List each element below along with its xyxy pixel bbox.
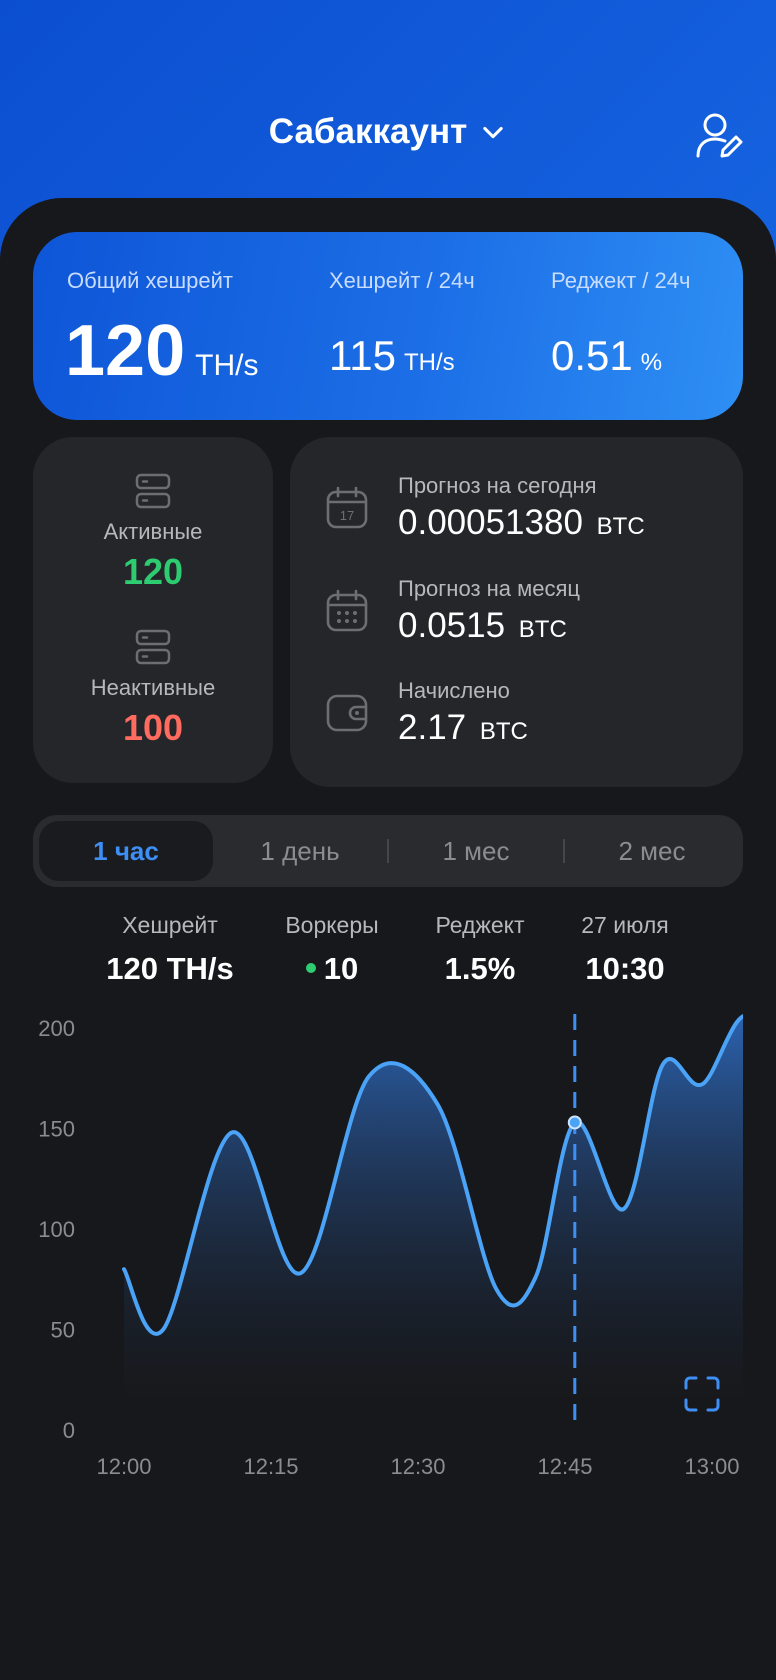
- stat-workers-value: 10: [323, 951, 359, 986]
- calendar-month-icon: [326, 589, 368, 632]
- stat-reject-value: 1.5%: [444, 951, 516, 986]
- active-workers: Активные 120: [33, 471, 273, 593]
- stat-workers-value-wrap: 10: [262, 951, 402, 987]
- total-hashrate-label: Общий хешрейт: [67, 268, 233, 293]
- forecast-today-unit: BTC: [596, 513, 645, 540]
- tab-1-month[interactable]: 1 мес: [389, 821, 563, 881]
- reject-24h-unit: %: [640, 349, 663, 376]
- hashrate-24h-value: 115 TH/s: [329, 332, 455, 380]
- forecast-month-number: 0.0515: [398, 606, 506, 645]
- forecast-month: Прогноз на месяц 0.0515 BTC: [324, 576, 724, 656]
- svg-text:17: 17: [340, 508, 354, 523]
- fullscreen-icon[interactable]: [683, 1375, 721, 1413]
- stat-hashrate: Хешрейт 120 TH/s: [90, 912, 250, 987]
- stat-time: 10:30: [585, 951, 665, 986]
- stat-reject: Реджект 1.5%: [415, 912, 545, 987]
- active-workers-label: Активные: [103, 519, 203, 544]
- stat-hashrate-value: 120 TH/s: [106, 951, 234, 986]
- tab-2-months[interactable]: 2 мес: [565, 821, 739, 881]
- account-switcher[interactable]: Сабаккаунт: [0, 112, 776, 152]
- forecast-month-value: 0.0515 BTC: [398, 606, 567, 646]
- edit-profile-icon[interactable]: [694, 110, 744, 162]
- forecast-card: 17 Прогноз на сегодня 0.00051380 BTC Про…: [290, 437, 743, 787]
- inactive-workers-label: Неактивные: [90, 675, 216, 700]
- tab-1-day[interactable]: 1 день: [213, 821, 387, 881]
- forecast-today-value: 0.00051380 BTC: [398, 503, 645, 543]
- reject-24h-number: 0.51: [551, 332, 633, 379]
- server-icon: [135, 629, 171, 665]
- stat-workers: Воркеры 10: [262, 912, 402, 987]
- accrued: Начислено 2.17 BTC: [324, 678, 724, 758]
- hashrate-summary-card: Общий хешрейт 120 TH/s Хешрейт / 24ч 115 T…: [33, 232, 743, 420]
- inactive-workers: Неактивные 100: [33, 627, 273, 749]
- workers-card[interactable]: Активные 120 Неактивные 100: [33, 437, 273, 783]
- active-workers-count: 120: [122, 551, 184, 592]
- accrued-label: Начислено: [398, 678, 510, 703]
- accrued-value: 2.17 BTC: [398, 708, 528, 748]
- total-hashrate-number: 120: [65, 311, 186, 391]
- stat-reject-label: Реджект: [435, 912, 525, 938]
- total-hashrate-value: 120 TH/s: [65, 310, 258, 392]
- forecast-month-unit: BTC: [518, 616, 567, 643]
- stat-date: 27 июля: [581, 912, 669, 938]
- hashrate-24h-label: Хешрейт / 24ч: [329, 268, 475, 293]
- server-icon: [135, 473, 171, 509]
- account-name: Сабаккаунт: [268, 112, 468, 151]
- reject-24h-label: Реджект / 24ч: [551, 268, 691, 293]
- forecast-today-label: Прогноз на сегодня: [398, 473, 597, 498]
- header: Сабаккаунт: [0, 0, 776, 200]
- forecast-today-number: 0.00051380: [398, 503, 583, 542]
- stat-datetime: 27 июля 10:30: [560, 912, 690, 987]
- forecast-today: 17 Прогноз на сегодня 0.00051380 BTC: [324, 473, 724, 553]
- total-hashrate-unit: TH/s: [195, 349, 259, 382]
- reject-24h-value: 0.51%: [551, 332, 662, 380]
- period-tabs: 1 час 1 день 1 мес 2 мес: [33, 815, 743, 887]
- hashrate-24h-number: 115: [329, 332, 396, 379]
- hashrate-24h-unit: TH/s: [403, 349, 455, 376]
- stat-hashrate-label: Хешрейт: [122, 912, 218, 938]
- calendar-day-icon: 17: [326, 486, 368, 529]
- chevron-down-icon: [483, 126, 503, 139]
- inactive-workers-count: 100: [122, 707, 184, 748]
- accrued-number: 2.17: [398, 708, 467, 747]
- accrued-unit: BTC: [479, 718, 528, 745]
- tab-1-hour[interactable]: 1 час: [39, 821, 213, 881]
- wallet-icon: [326, 694, 368, 732]
- online-dot: [305, 962, 316, 973]
- forecast-month-label: Прогноз на месяц: [398, 576, 581, 601]
- stat-workers-label: Воркеры: [285, 912, 379, 938]
